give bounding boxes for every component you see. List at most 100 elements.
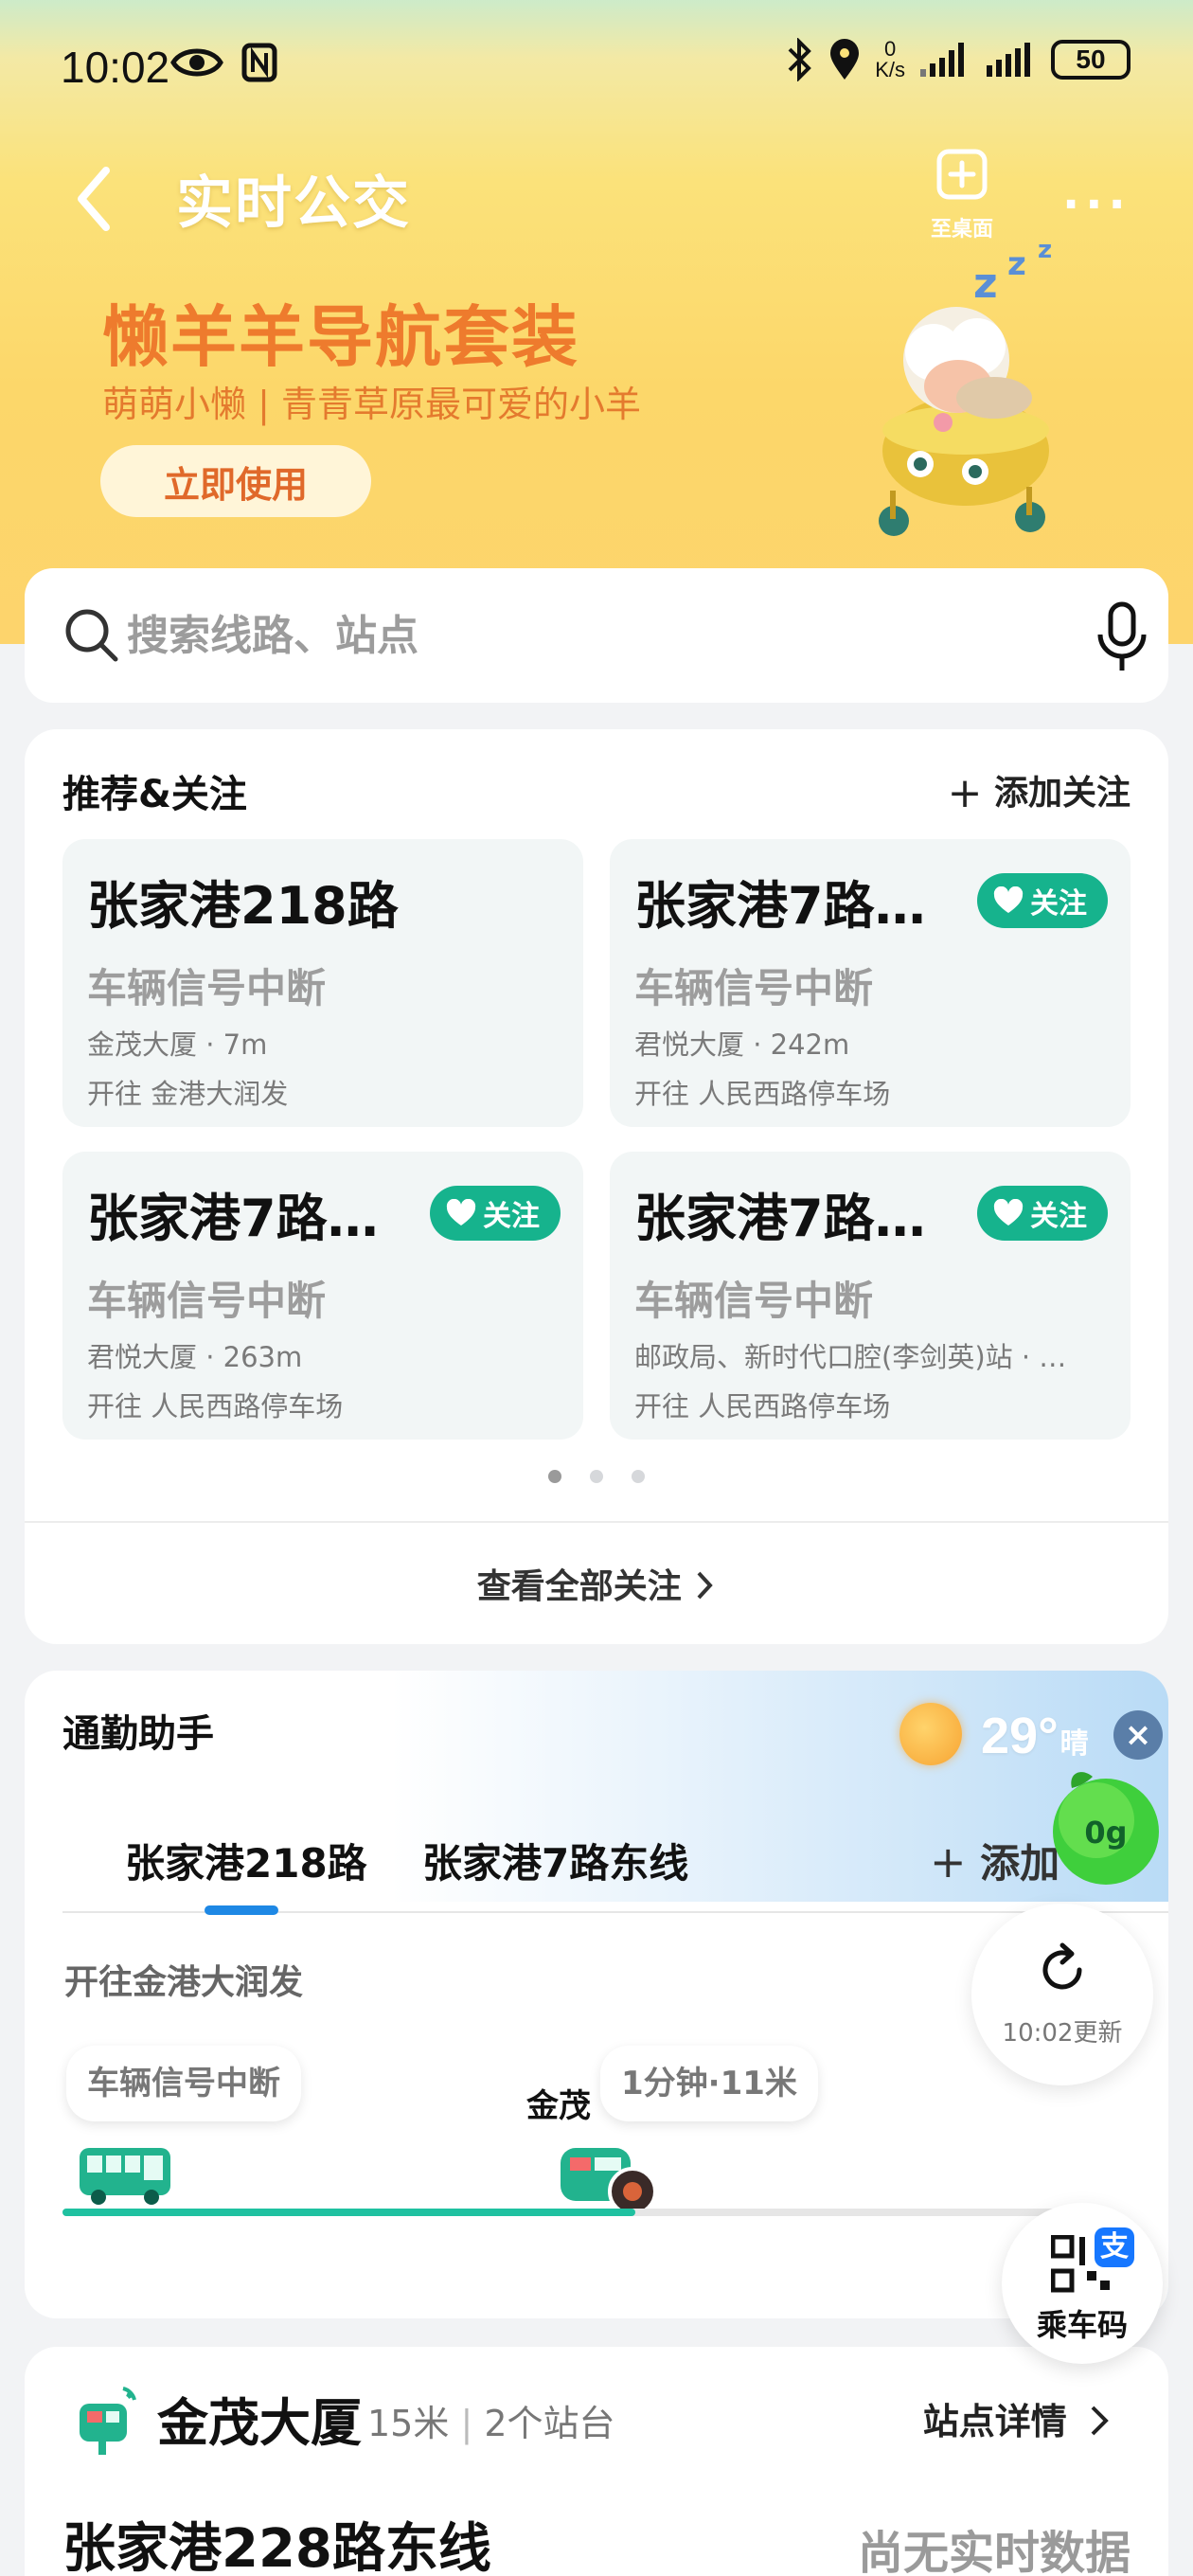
tab-route-218[interactable]: 张家港218路 [125,1832,367,1889]
ride-qr-code-button[interactable]: 支 乘车码 [1002,2203,1163,2364]
alipay-icon: 支 [1095,2227,1134,2267]
sheep-mascot-illustration: z z z [879,237,1052,536]
follow-label: 关注 [1030,887,1087,921]
route-direction: 开往 金港大润发 [87,1078,289,1110]
signal-2-icon [987,43,1030,77]
signal-lost-bubble: 车辆信号中断 [66,2046,301,2121]
route-name: 张家港7路… [87,1189,379,1248]
banner-subtitle: 萌萌小懒 | 青青草原最可爱的小羊 [102,384,641,425]
nearby-station-card[interactable]: 金茂大厦 15米 | 2个站台 站点详情 张家港228路东线 尚无实时数据 [25,2347,1168,2576]
signal-1-icon [920,43,964,77]
route-name: 张家港218路 [87,876,399,936]
close-weather-button[interactable]: × [1113,1710,1163,1760]
follow-label: 关注 [483,1200,540,1233]
heart-icon [993,1199,1024,1225]
follow-badge[interactable]: 关注 [977,873,1108,928]
search-input[interactable] [127,600,979,671]
carbon-energy-badge[interactable]: 0g [1040,1765,1168,1888]
network-speed-unit: K/s [875,58,905,81]
route-tile[interactable]: 张家港7路… 关注 车辆信号中断 君悦大厦 · 242m 开往 人民西路停车场 [610,839,1131,1127]
station-name: 金茂大厦 [157,2393,362,2453]
search-bar[interactable] [25,568,1168,703]
svg-text:z: z [1038,237,1052,264]
station-detail-label: 站点详情 [922,2401,1067,2442]
add-follow-button[interactable]: + 添加关注 [948,765,1131,817]
svg-text:z: z [1007,245,1026,283]
page-dot-active[interactable] [548,1470,561,1483]
chevron-right-icon [1091,2406,1109,2436]
bluetooth-icon [788,38,812,81]
route-status: 车辆信号中断 [634,965,874,1011]
sun-icon [899,1703,962,1765]
refresh-button[interactable]: 10:02更新 [971,1904,1153,2085]
route-stop: 金茂大厦 · 7m [87,1029,268,1061]
refresh-icon [1042,1942,1082,1990]
heart-icon [993,886,1024,913]
station-distance: 15米 [367,2403,450,2444]
eye-icon [170,48,223,77]
route-status: 车辆信号中断 [87,1278,327,1324]
station-route-name: 张家港228路东线 [62,2518,491,2576]
route-name: 张家港7路… [634,1189,926,1248]
route-direction: 开往 人民西路停车场 [87,1390,344,1422]
route-stop: 邮政局、新时代口腔(李剑英)站 · … [634,1341,1067,1373]
page-indicator [25,1470,1168,1483]
chevron-right-icon [697,1571,714,1600]
view-all-follows-link[interactable]: 查看全部关注 [25,1559,1168,1608]
network-speed: 0 K/s [875,39,905,80]
heart-icon [446,1199,476,1225]
banner-title: 懒羊羊导航套装 [102,298,579,376]
route-tile[interactable]: 张家港218路 车辆信号中断 金茂大厦 · 7m 开往 金港大润发 [62,839,583,1127]
more-options-button[interactable]: ··· [1062,178,1131,231]
station-platforms: 2个站台 [484,2403,615,2444]
page-dot[interactable] [632,1470,645,1483]
current-stop-name: 金茂 [526,2087,591,2125]
route-progress-fill [62,2209,635,2216]
route-status: 车辆信号中断 [634,1278,874,1324]
use-now-button[interactable]: 立即使用 [100,445,371,517]
recommend-section-title: 推荐&关注 [62,773,247,816]
plus-icon: + [947,769,983,817]
weather-widget: 29° 晴 [899,1703,1089,1765]
route-status: 车辆信号中断 [87,965,327,1011]
eta-bubble: 1分钟·11米 [600,2046,818,2121]
commute-direction: 开往金港大润发 [64,1963,304,2002]
battery-indicator: 50 [1051,40,1131,80]
route-name: 张家港7路… [634,876,926,936]
add-to-desktop-button[interactable]: 至桌面 [915,148,1009,242]
bus-stop-icon [80,2387,136,2455]
status-bar: 10:02 0 K/s 50 [0,0,1193,133]
route-stop: 君悦大厦 · 242m [634,1029,850,1061]
view-all-label: 查看全部关注 [476,1567,682,1606]
route-direction: 开往 人民西路停车场 [634,1078,891,1110]
page-title: 实时公交 [176,170,411,237]
add-square-icon [936,149,988,200]
follow-label: 关注 [1030,1200,1087,1233]
microphone-icon[interactable] [1089,600,1155,676]
station-meta: 15米 | 2个站台 [367,2394,615,2446]
back-arrow-icon[interactable] [66,155,123,241]
plus-icon: + [930,1836,967,1887]
add-follow-label: 添加关注 [993,774,1131,813]
page-dot[interactable] [590,1470,603,1483]
ride-qr-label: 乘车码 [1036,2307,1128,2343]
route-direction: 开往 人民西路停车场 [634,1390,891,1422]
bus-icon [80,2148,170,2205]
location-icon [830,39,860,80]
station-detail-link[interactable]: 站点详情 [923,2392,1112,2444]
divider [25,1521,1168,1523]
status-time: 10:02 [61,43,170,92]
commute-title: 通勤助手 [62,1712,214,1756]
active-tab-indicator [205,1905,278,1915]
route-tile[interactable]: 张家港7路… 关注 车辆信号中断 邮政局、新时代口腔(李剑英)站 · … 开往 … [610,1152,1131,1440]
svg-text:z: z [973,259,998,308]
carbon-value: 0g [1084,1815,1127,1851]
search-icon [65,609,118,662]
route-tile[interactable]: 张家港7路… 关注 车辆信号中断 君悦大厦 · 263m 开往 人民西路停车场 [62,1152,583,1440]
temperature: 29° [981,1708,1059,1764]
follow-badge[interactable]: 关注 [977,1186,1108,1241]
tab-route-7-east[interactable]: 张家港7路东线 [422,1832,688,1889]
realtime-status: 尚无实时数据 [857,2527,1131,2576]
refresh-timestamp: 10:02更新 [1002,2019,1123,2048]
follow-badge[interactable]: 关注 [430,1186,561,1241]
